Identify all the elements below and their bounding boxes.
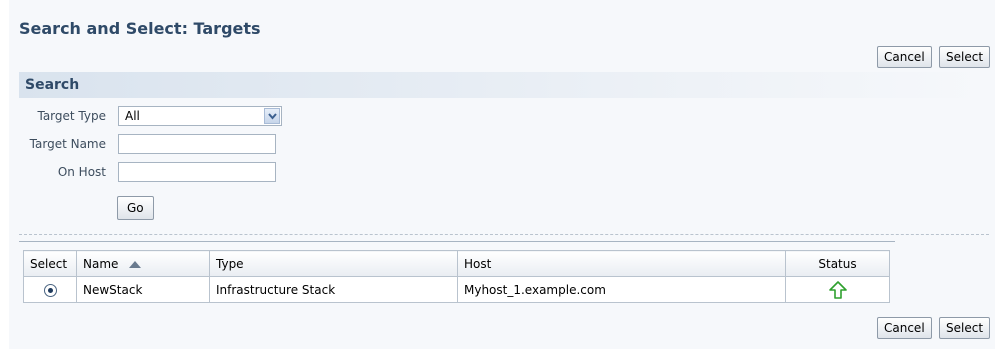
go-button[interactable]: Go <box>117 196 154 220</box>
target-type-selected-value: All <box>125 109 140 123</box>
select-button-top[interactable]: Select <box>939 46 991 68</box>
column-header-type: Type <box>209 250 458 277</box>
sort-ascending-icon[interactable] <box>128 260 142 269</box>
on-host-label: On Host <box>57 165 106 179</box>
results-table: Select Name Type Host Status NewStack In… <box>23 250 890 303</box>
row-status <box>785 276 890 303</box>
chevron-down-icon[interactable] <box>264 108 280 124</box>
section-separator <box>19 234 989 235</box>
column-header-name-label: Name <box>83 256 119 271</box>
target-type-select[interactable]: All <box>118 106 282 126</box>
row-host: Myhost_1.example.com <box>457 276 786 303</box>
row-name: NewStack <box>76 276 210 303</box>
table-row[interactable]: NewStack Infrastructure Stack Myhost_1.e… <box>23 276 890 303</box>
column-header-status: Status <box>785 250 890 277</box>
table-header-row: Select Name Type Host Status <box>23 250 890 277</box>
column-header-name[interactable]: Name <box>76 250 210 277</box>
search-section-title: Search <box>25 77 80 93</box>
cancel-button-top[interactable]: Cancel <box>877 46 932 68</box>
on-host-input[interactable] <box>118 162 276 182</box>
target-name-input[interactable] <box>118 134 276 154</box>
column-header-select: Select <box>23 250 77 277</box>
column-header-host: Host <box>457 250 786 277</box>
table-top-rule <box>19 241 895 242</box>
select-button-bottom[interactable]: Select <box>939 317 991 339</box>
page-title: Search and Select: Targets <box>19 19 261 38</box>
row-select-cell[interactable] <box>23 276 77 303</box>
row-type: Infrastructure Stack <box>209 276 458 303</box>
up-arrow-icon <box>828 280 847 299</box>
target-type-label: Target Type <box>37 109 106 123</box>
target-name-label: Target Name <box>29 137 106 151</box>
cancel-button-bottom[interactable]: Cancel <box>877 317 932 339</box>
row-radio-button[interactable] <box>43 283 57 297</box>
search-section-header: Search <box>19 72 989 98</box>
